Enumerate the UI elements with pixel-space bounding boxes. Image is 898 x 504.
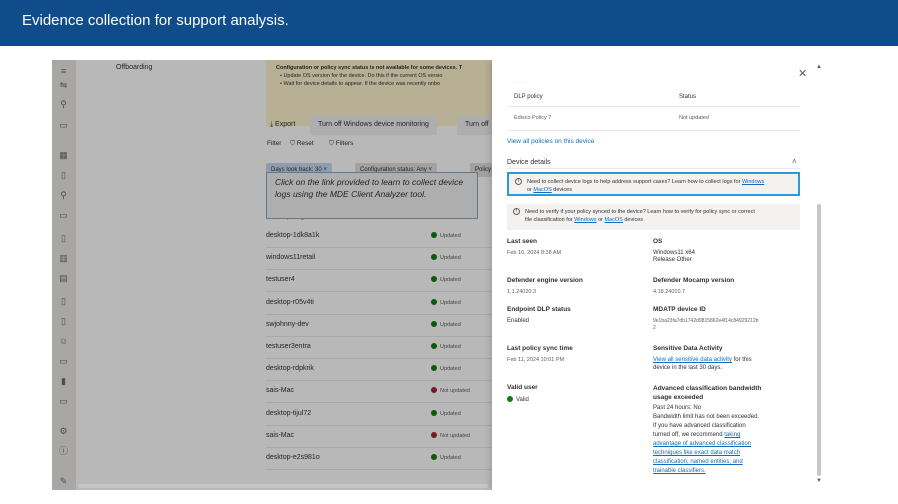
sensitive-data-label: Sensitive Data Activity	[653, 345, 723, 352]
verify-sync-message: i Need to verify if your policy synced t…	[507, 204, 800, 230]
adv-text: If you have advanced classification	[653, 423, 746, 429]
dlp-status-label: Endpoint DLP status	[507, 306, 571, 313]
sensitive-data-rest: device in the last 30 days.	[653, 365, 723, 371]
mdatp-id-value: 9e1ba23fa7db1742d9815862e4f14c84929212b	[653, 318, 759, 324]
screenshot-frame: ≡ ⇋ ⚲ ▭ ▦ ▯ ⚲ ▭ ▯ ▥ ▤ ▯ ▯ ☺ ▭ ▮ ▭ ⚙ ⓘ ✎ …	[52, 60, 825, 490]
valid-user-value: Valid	[507, 396, 538, 403]
adv-link[interactable]: trainable classifiers.	[653, 467, 793, 476]
mocamp-version-label: Defender Mocamp version	[653, 277, 735, 284]
sensitive-data-text: View all sensitive data activity for thi…	[653, 357, 793, 363]
engine-version-value: 1.1.24020.3	[507, 289, 537, 295]
device-details-heading: Device details	[507, 159, 551, 166]
os-field: OS Windows11 x64 Release Other	[653, 238, 695, 263]
policy-sync-field: Last policy sync time Feb 11, 2024 10:01…	[507, 345, 573, 363]
os-release: Release Other	[653, 257, 692, 263]
horizontal-scrollbar[interactable]	[78, 484, 488, 488]
os-label: OS	[653, 238, 663, 245]
adv-link[interactable]: classification, named entities, and	[653, 458, 793, 467]
vertical-scrollbar[interactable]: ▲ ▼	[816, 64, 822, 486]
chevron-up-icon[interactable]: ˄	[792, 157, 797, 166]
mdatp-id-value-cont: 2	[653, 325, 656, 331]
macos-verify-link[interactable]: MacOS	[604, 217, 622, 223]
sensitive-data-field: Sensitive Data Activity View all sensiti…	[653, 345, 793, 371]
adv-label: Advanced classification bandwidth	[653, 385, 762, 392]
msg-text: Need to verify if your policy synced to …	[525, 209, 755, 215]
truncated-text: · · · ·	[514, 80, 526, 86]
column-header-status: Status	[679, 94, 697, 100]
info-icon: i	[513, 208, 520, 215]
adv-link[interactable]: taking	[724, 432, 740, 438]
dlp-status-field: Endpoint DLP status Enabled	[507, 306, 571, 324]
msg-text: devices	[553, 187, 572, 193]
adv-text: turned off, we recommend taking	[653, 431, 793, 440]
info-icon: i	[515, 178, 522, 185]
sensitive-data-link[interactable]: View all sensitive data activity	[653, 357, 732, 363]
advanced-classification-field: Advanced classification bandwidth usage …	[653, 384, 793, 476]
valid-user-field: Valid user Valid	[507, 384, 538, 403]
msg-text: or	[527, 187, 532, 193]
scrollbar-thumb[interactable]	[817, 204, 821, 476]
device-details-panel: ✕ ▲ ▼ · · · · DLP policy Status Edisco P…	[492, 60, 825, 490]
macos-logs-link[interactable]: MacOS	[533, 187, 551, 193]
adv-text-part: turned off, we recommend	[653, 432, 723, 438]
view-all-policies-link[interactable]: View all policies on this device	[507, 138, 594, 145]
valid-text: Valid	[516, 397, 529, 403]
last-seen-field: Last seen Feb 16, 2024 8:38 AM	[507, 238, 561, 256]
overlay-dim	[52, 60, 492, 490]
msg-text: or	[598, 217, 603, 223]
scroll-down-icon[interactable]: ▼	[816, 478, 822, 484]
msg-text: file classification for	[525, 217, 573, 223]
engine-version-field: Defender engine version 1.1.24020.3	[507, 277, 583, 295]
adv-limit: Bandwidth limit has not been exceeded.	[653, 414, 760, 420]
engine-version-label: Defender engine version	[507, 277, 583, 284]
last-seen-value: Feb 16, 2024 8:38 AM	[507, 250, 562, 256]
collect-logs-message: i Need to collect device logs to help ad…	[507, 172, 800, 196]
mocamp-version-value: 4.18.24010.7	[653, 289, 686, 295]
adv-link[interactable]: advantage of advanced classification	[653, 440, 793, 449]
policy-sync-label: Last policy sync time	[507, 345, 573, 352]
windows-logs-link[interactable]: Windows	[742, 179, 764, 185]
divider	[507, 130, 800, 131]
check-icon	[507, 396, 513, 402]
policy-name: Edisco Policy 7	[514, 115, 552, 121]
slide-title: Evidence collection for support analysis…	[0, 0, 898, 46]
msg-text: Need to collect device logs to help addr…	[527, 179, 741, 185]
policy-status: Not updated	[679, 115, 709, 121]
column-header-policy: DLP policy	[514, 94, 543, 100]
dlp-status-value: Enabled	[507, 318, 530, 324]
scroll-up-icon[interactable]: ▲	[816, 64, 822, 70]
mocamp-version-field: Defender Mocamp version 4.18.24010.7	[653, 277, 734, 295]
mdatp-id-label: MDATP device ID	[653, 306, 706, 313]
os-value: Windows11 x64	[653, 250, 695, 256]
adv-link[interactable]: techniques like exact data match	[653, 449, 793, 458]
divider	[507, 106, 800, 107]
adv-label-cont: usage exceeded	[653, 394, 704, 401]
valid-user-label: Valid user	[507, 384, 538, 391]
policy-sync-value: Feb 11, 2024 10:01 PM	[507, 357, 565, 363]
close-icon[interactable]: ✕	[798, 67, 807, 80]
mdatp-id-field: MDATP device ID 9e1ba23fa7db1742d9815862…	[653, 306, 758, 331]
windows-verify-link[interactable]: Windows	[574, 217, 596, 223]
last-seen-label: Last seen	[507, 238, 537, 245]
sensitive-data-rest: for this	[733, 357, 752, 363]
divider	[507, 168, 800, 169]
adv-past24: Past 24 hours: No	[653, 405, 702, 411]
msg-text: devices	[624, 217, 644, 223]
